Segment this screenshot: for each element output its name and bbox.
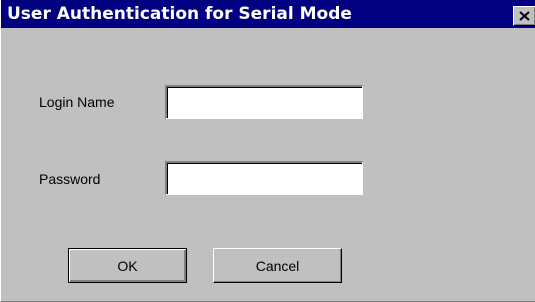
close-button[interactable]: [513, 6, 535, 26]
title-bar: User Authentication for Serial Mode: [1, 0, 535, 28]
auth-dialog: User Authentication for Serial Mode Logi…: [0, 0, 535, 302]
window-title: User Authentication for Serial Mode: [7, 4, 352, 24]
login-name-label: Login Name: [39, 94, 115, 110]
ok-button[interactable]: OK: [68, 248, 187, 283]
password-label: Password: [39, 171, 101, 187]
password-input[interactable]: [165, 161, 363, 195]
cancel-button[interactable]: Cancel: [213, 248, 342, 283]
close-icon: [519, 11, 530, 21]
login-name-input[interactable]: [165, 85, 363, 119]
